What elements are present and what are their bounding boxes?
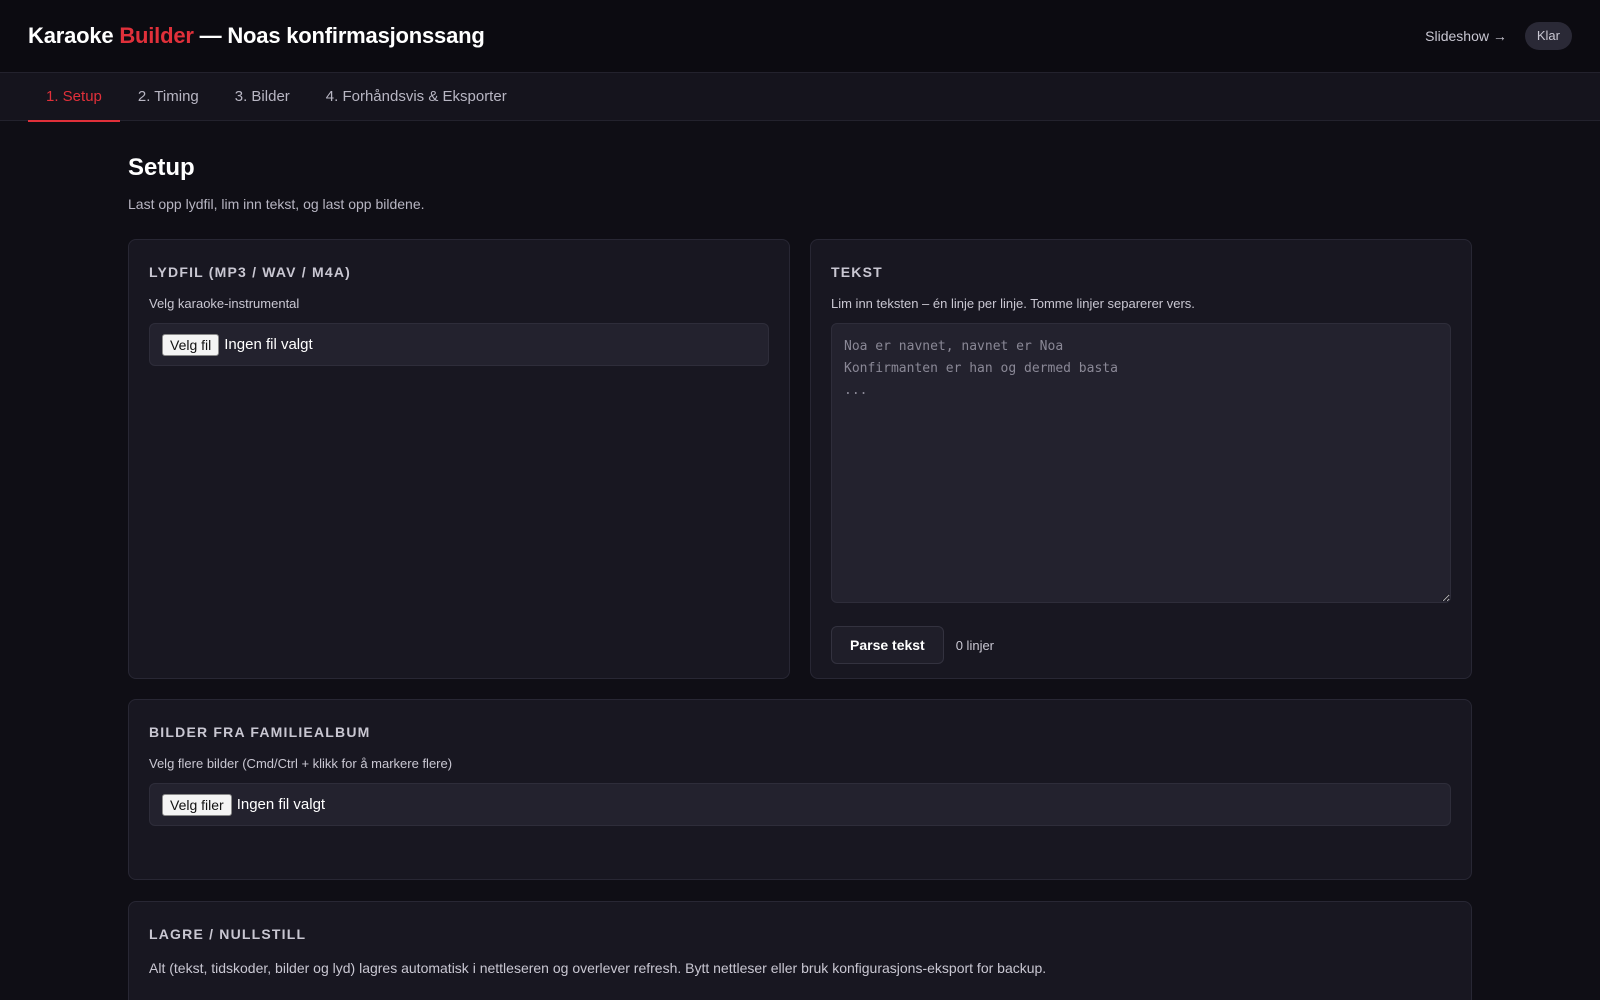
tab-bilder[interactable]: 3. Bilder	[217, 73, 308, 121]
images-file-input[interactable]: Velg filer Ingen fil valgt	[149, 783, 1451, 826]
audio-card-label: Velg karaoke-instrumental	[149, 296, 300, 311]
lyrics-card-label: Lim inn teksten – én linje per linje. To…	[831, 296, 1195, 311]
lyrics-card: Tekst Lim inn teksten – én linje per lin…	[810, 239, 1472, 679]
images-file-status: Ingen fil valgt	[236, 796, 326, 813]
page-subtitle: Last opp lydfil, lim inn tekst, og last …	[128, 196, 425, 212]
top-bar: Karaoke Builder — Noas konfirmasjonssang…	[0, 0, 1600, 73]
tab-preview-export[interactable]: 4. Forhåndsvis & Eksporter	[308, 73, 525, 121]
images-card-heading: Bilder fra familiealbum	[149, 724, 371, 740]
tab-bar: 1. Setup 2. Timing 3. Bilder 4. Forhånds…	[0, 73, 1600, 122]
app-title-prefix: Karaoke	[28, 23, 120, 48]
app-title-accent: Builder	[119, 23, 194, 48]
audio-card-heading: Lydfil (MP3 / WAV / M4A)	[149, 264, 352, 280]
lyrics-card-heading: Tekst	[831, 264, 883, 280]
status-badge: Klar	[1524, 22, 1572, 50]
tab-setup[interactable]: 1. Setup	[28, 73, 120, 122]
app-title: Karaoke Builder — Noas konfirmasjonssang	[28, 23, 485, 49]
choose-image-files-button[interactable]: Velg filer	[162, 793, 232, 816]
save-card: Lagre / Nullstill Alt (tekst, tidskoder,…	[128, 901, 1472, 1000]
images-card: Bilder fra familiealbum Velg flere bilde…	[128, 699, 1472, 880]
main-content: Setup Last opp lydfil, lim inn tekst, og…	[128, 121, 1472, 212]
parse-row: Parse tekst 0 linjer	[831, 626, 1451, 664]
audio-file-input[interactable]: Velg fil Ingen fil valgt	[149, 323, 769, 366]
audio-file-status: Ingen fil valgt	[224, 336, 313, 353]
app-title-suffix: — Noas konfirmasjonssang	[193, 23, 485, 48]
audio-card: Lydfil (MP3 / WAV / M4A) Velg karaoke-in…	[128, 239, 790, 679]
tab-timing[interactable]: 2. Timing	[120, 73, 217, 121]
parse-text-button[interactable]: Parse tekst	[831, 626, 944, 664]
lyrics-textarea[interactable]	[831, 323, 1451, 603]
top-bar-actions: Slideshow → Klar	[1425, 22, 1572, 50]
choose-audio-file-button[interactable]: Velg fil	[162, 333, 220, 356]
line-count: 0 linjer	[955, 637, 995, 653]
page-title: Setup	[128, 154, 195, 181]
slideshow-link[interactable]: Slideshow →	[1425, 28, 1507, 44]
images-card-label: Velg flere bilder (Cmd/Ctrl + klikk for …	[149, 756, 453, 771]
save-card-text: Alt (tekst, tidskoder, bilder og lyd) la…	[149, 960, 1047, 976]
save-card-heading: Lagre / Nullstill	[149, 926, 307, 942]
